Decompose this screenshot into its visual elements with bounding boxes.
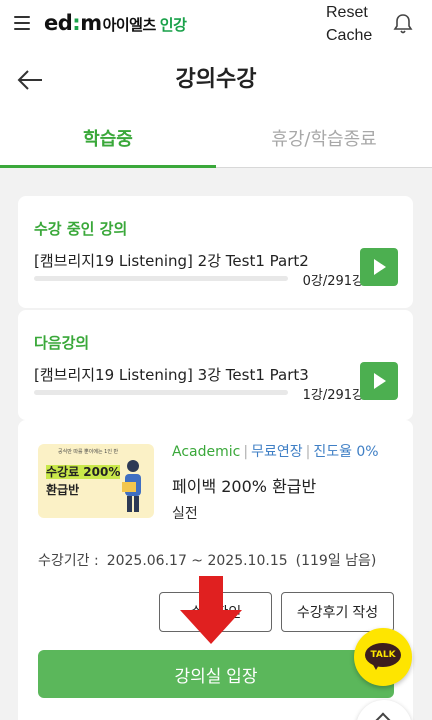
next-progress-count: 1강/291강 [302,388,364,403]
logo[interactable]: ed:m아이엘츠 인강 [44,11,187,35]
course-name: 페이백 200% 환급반 [172,477,317,496]
chevron-up-icon [374,712,392,720]
current-lecture-label: 수강 중인 강의 [34,220,128,238]
current-play-button[interactable] [360,248,398,286]
next-lecture-card: 다음강의 [캠브리지19 Listening] 3강 Test1 Part3 1… [18,310,413,420]
course-thumbnail[interactable]: 공식만 따를 뿐이에는 1인 반 수강료 200% 환급반 [38,444,154,518]
enter-classroom-button[interactable]: 강의실 입장 [38,650,394,698]
next-play-button[interactable] [360,362,398,400]
write-review-button[interactable]: 수강후기 작성 [281,592,394,632]
current-progress-bar [34,276,288,281]
next-progress-bar [34,390,288,395]
play-icon [374,373,386,389]
kakao-talk-button[interactable]: TALK [354,628,412,686]
reset-cache-button[interactable]: Reset Cache [326,1,378,47]
menu-icon[interactable] [14,16,30,30]
course-period: 수강기간 :2025.06.17 ~ 2025.10.15 (119일 남음) [38,553,377,569]
course-tags: Academic | 무료연장 | 진도율 0% [172,444,379,460]
play-icon [374,259,386,275]
red-down-arrow-icon [180,576,242,644]
page-header: 강의수강 [0,48,432,112]
top-bar: ed:m아이엘츠 인강 Reset Cache [0,0,432,48]
next-lecture-label: 다음강의 [34,334,90,352]
next-lecture-title: [캠브리지19 Listening] 3강 Test1 Part3 [34,366,309,384]
course-card: 공식만 따를 뿐이에는 1인 반 수강료 200% 환급반 Academic | 무… [18,420,413,720]
course-level: 실전 [172,506,198,522]
current-progress-count: 0강/291강 [302,274,364,289]
tab-paused-finished[interactable]: 휴강/학습종료 [216,112,432,168]
person-illustration [122,460,141,512]
current-lecture-title: [캠브리지19 Listening] 2강 Test1 Part2 [34,252,309,270]
tab-studying[interactable]: 학습중 [0,112,216,168]
tab-bar: 학습중 휴강/학습종료 [0,112,432,168]
bell-icon[interactable] [393,13,413,35]
current-lecture-card: 수강 중인 강의 [캠브리지19 Listening] 2강 Test1 Par… [18,196,413,308]
page-title: 강의수강 [175,67,257,92]
back-arrow-icon[interactable] [16,68,44,92]
